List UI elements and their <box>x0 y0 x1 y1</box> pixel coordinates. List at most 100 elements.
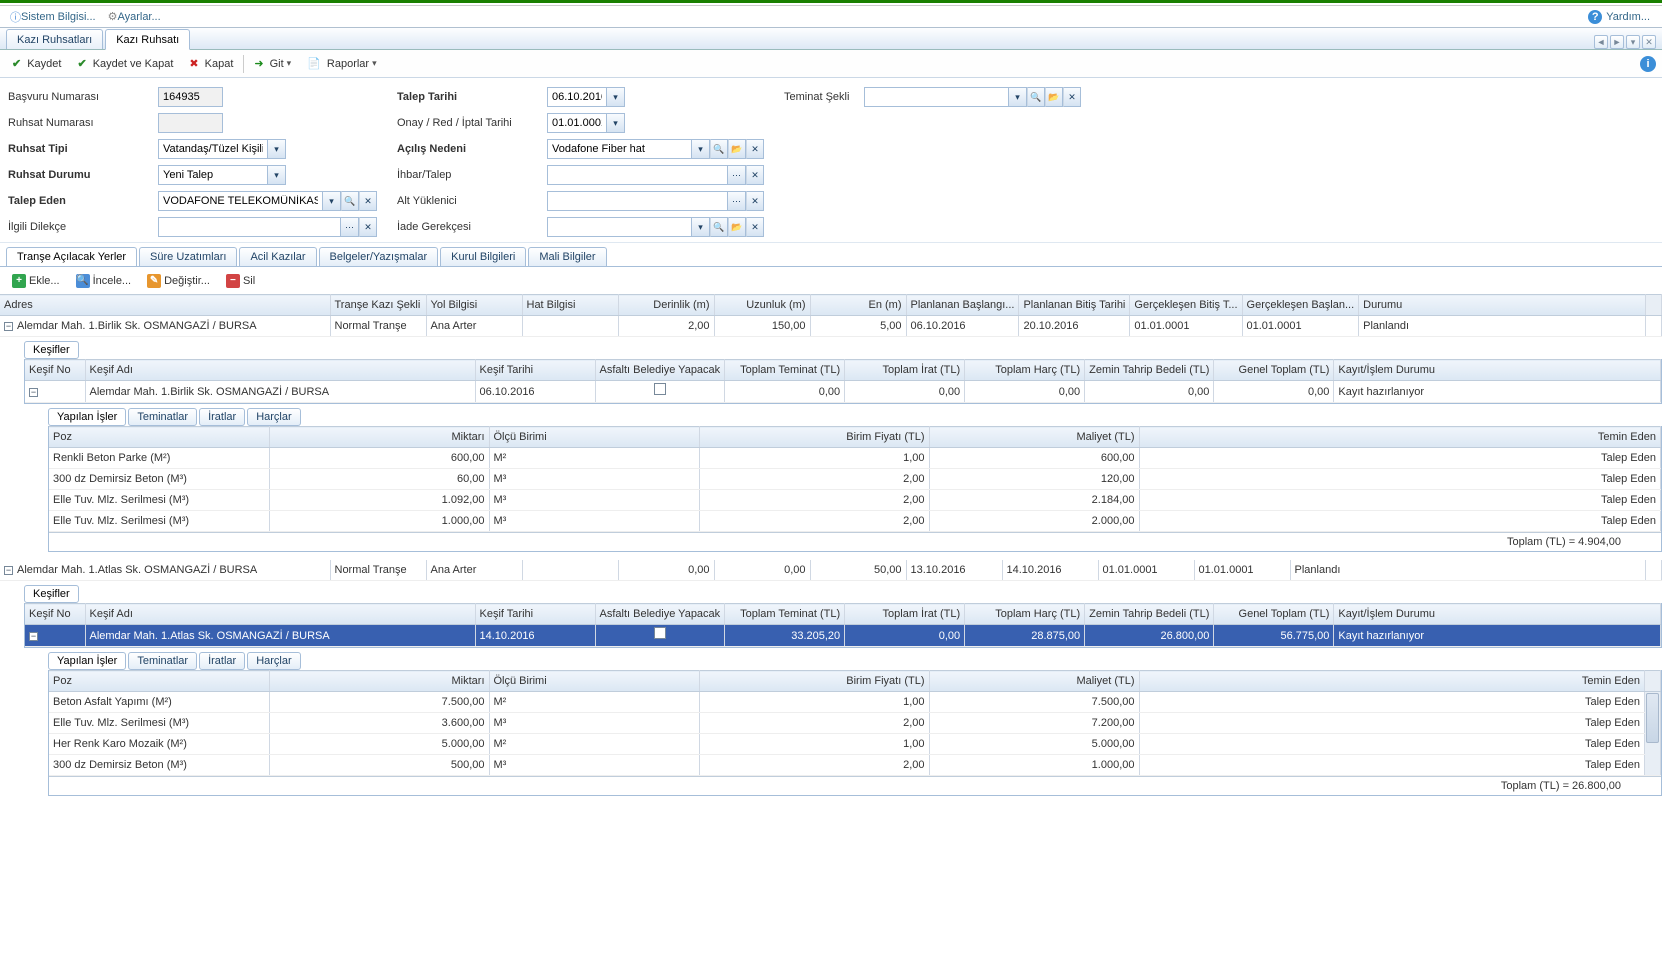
subtab-mali[interactable]: Mali Bilgiler <box>528 247 606 266</box>
col-uzunluk[interactable]: Uzunluk (m) <box>714 295 810 316</box>
collapse-icon[interactable]: − <box>29 632 38 641</box>
table-row[interactable]: − Alemdar Mah. 1.Birlik Sk. OSMANGAZİ / … <box>25 381 1661 403</box>
ihbar-talep-field[interactable] <box>547 165 728 185</box>
search-icon[interactable]: 🔍 <box>341 191 359 211</box>
talep-tarihi-field[interactable] <box>547 87 607 107</box>
checkbox-icon[interactable] <box>654 383 666 395</box>
ycol-temin[interactable]: Temin Eden <box>1139 671 1645 692</box>
kcol-teminat[interactable]: Toplam Teminat (TL) <box>725 604 845 625</box>
table-row[interactable]: 300 dz Demirsiz Beton (M³)500,00M³2,001.… <box>49 755 1661 776</box>
raporlar-button[interactable]: Raporlar <box>301 55 382 72</box>
ycol-miktar[interactable]: Miktarı <box>269 427 489 448</box>
menu-ayarlar[interactable]: ⚙ Ayarlar... <box>102 10 167 23</box>
menu-sistem-bilgisi[interactable]: ⓘ Sistem Bilgisi... <box>4 9 102 25</box>
kesifler-tab[interactable]: Keşifler <box>24 585 79 603</box>
table-row[interactable]: −Alemdar Mah. 1.Birlik Sk. OSMANGAZİ / B… <box>0 316 1662 337</box>
ycol-temin[interactable]: Temin Eden <box>1139 427 1661 448</box>
dropdown-icon[interactable]: ▾ <box>323 191 341 211</box>
kesifler-tab[interactable]: Keşifler <box>24 341 79 359</box>
collapse-icon[interactable]: − <box>4 322 13 331</box>
table-row[interactable]: 300 dz Demirsiz Beton (M³)60,00M³2,00120… <box>49 469 1661 490</box>
clear-icon[interactable]: ✕ <box>746 217 764 237</box>
ekle-button[interactable]: +Ekle... <box>6 272 66 290</box>
dropdown-icon[interactable]: ▾ <box>268 139 286 159</box>
lookup-icon[interactable]: ⋯ <box>728 191 746 211</box>
table-row[interactable]: −Alemdar Mah. 1.Atlas Sk. OSMANGAZİ / BU… <box>0 560 1662 581</box>
collapse-icon[interactable]: − <box>4 566 13 575</box>
ycol-poz[interactable]: Poz <box>49 671 269 692</box>
talep-eden-select[interactable] <box>158 191 323 211</box>
kcol-irat[interactable]: Toplam İrat (TL) <box>845 604 965 625</box>
col-en[interactable]: En (m) <box>810 295 906 316</box>
iade-gerekcesi-field[interactable] <box>547 217 692 237</box>
dropdown-icon[interactable]: ▾ <box>692 217 710 237</box>
teminat-sekli-field[interactable] <box>864 87 1009 107</box>
calendar-icon[interactable]: ▾ <box>607 113 625 133</box>
kcol-genel[interactable]: Genel Toplam (TL) <box>1214 604 1334 625</box>
kcol-zemin[interactable]: Zemin Tahrip Bedeli (TL) <box>1085 604 1214 625</box>
acilis-nedeni-field[interactable] <box>547 139 692 159</box>
open-icon[interactable]: 📂 <box>1045 87 1063 107</box>
collapse-icon[interactable]: − <box>29 388 38 397</box>
search-icon[interactable]: 🔍 <box>1027 87 1045 107</box>
table-row[interactable]: Renkli Beton Parke (M²)600,00M²1,00600,0… <box>49 448 1661 469</box>
dropdown-icon[interactable]: ▾ <box>1009 87 1027 107</box>
kcol-asfalt[interactable]: Asfaltı Belediye Yapacak <box>595 604 725 625</box>
kcol-no[interactable]: Keşif No <box>25 604 85 625</box>
table-row[interactable]: Elle Tuv. Mlz. Serilmesi (M³)3.600,00M³2… <box>49 713 1661 734</box>
search-icon[interactable]: 🔍 <box>710 217 728 237</box>
kcol-no[interactable]: Keşif No <box>25 360 85 381</box>
ilgili-dilekce-field[interactable] <box>158 217 341 237</box>
kcol-tarih[interactable]: Keşif Tarihi <box>475 360 595 381</box>
subtab-acil[interactable]: Acil Kazılar <box>239 247 316 266</box>
kcol-harc[interactable]: Toplam Harç (TL) <box>965 360 1085 381</box>
dropdown-icon[interactable]: ▾ <box>692 139 710 159</box>
yaptab-isler[interactable]: Yapılan İşler <box>48 408 126 426</box>
open-icon[interactable]: 📂 <box>728 217 746 237</box>
kcol-kayit[interactable]: Kayıt/İşlem Durumu <box>1334 604 1661 625</box>
clear-icon[interactable]: ✕ <box>359 217 377 237</box>
kcol-tarih[interactable]: Keşif Tarihi <box>475 604 595 625</box>
clear-icon[interactable]: ✕ <box>359 191 377 211</box>
col-gerc-basl[interactable]: Gerçekleşen Başlan... <box>1242 295 1359 316</box>
col-plan-basl[interactable]: Planlanan Başlangı... <box>906 295 1019 316</box>
yaptab-harc[interactable]: Harçlar <box>247 408 300 426</box>
onay-tarihi-field[interactable] <box>547 113 607 133</box>
kcol-adi[interactable]: Keşif Adı <box>85 360 475 381</box>
table-row-selected[interactable]: − Alemdar Mah. 1.Atlas Sk. OSMANGAZİ / B… <box>25 625 1661 647</box>
git-button[interactable]: Git <box>248 55 297 72</box>
kcol-irat[interactable]: Toplam İrat (TL) <box>845 360 965 381</box>
tab-close-icon[interactable]: ✕ <box>1642 35 1656 49</box>
ycol-birim[interactable]: Birim Fiyatı (TL) <box>699 671 929 692</box>
yaptab-teminat[interactable]: Teminatlar <box>128 408 197 426</box>
tab-kazi-ruhsati[interactable]: Kazı Ruhsatı <box>105 29 190 50</box>
kaydet-kapat-button[interactable]: Kaydet ve Kapat <box>71 55 179 72</box>
kcol-zemin[interactable]: Zemin Tahrip Bedeli (TL) <box>1085 360 1214 381</box>
ycol-poz[interactable]: Poz <box>49 427 269 448</box>
ruhsat-durumu-select[interactable] <box>158 165 268 185</box>
kcol-harc[interactable]: Toplam Harç (TL) <box>965 604 1085 625</box>
info-button[interactable]: i <box>1640 56 1656 72</box>
calendar-icon[interactable]: ▾ <box>607 87 625 107</box>
scrollbar[interactable] <box>1646 693 1659 743</box>
col-durumu[interactable]: Durumu <box>1359 295 1646 316</box>
col-adres[interactable]: Adres <box>0 295 330 316</box>
kcol-kayit[interactable]: Kayıt/İşlem Durumu <box>1334 360 1661 381</box>
table-row[interactable]: Her Renk Karo Mozaik (M²)5.000,00M²1,005… <box>49 734 1661 755</box>
subtab-sure[interactable]: Süre Uzatımları <box>139 247 237 266</box>
checkbox-icon[interactable] <box>654 627 666 639</box>
incele-button[interactable]: 🔍İncele... <box>70 272 138 290</box>
lookup-icon[interactable]: ⋯ <box>728 165 746 185</box>
table-row[interactable]: Elle Tuv. Mlz. Serilmesi (M³)1.000,00M³2… <box>49 511 1661 532</box>
subtab-belgeler[interactable]: Belgeler/Yazışmalar <box>319 247 439 266</box>
yaptab-harc[interactable]: Harçlar <box>247 652 300 670</box>
col-gerc-bitis[interactable]: Gerçekleşen Bitiş T... <box>1130 295 1242 316</box>
degistir-button[interactable]: ✎Değiştir... <box>141 272 216 290</box>
yaptab-irat[interactable]: İratlar <box>199 408 245 426</box>
col-derinlik[interactable]: Derinlik (m) <box>618 295 714 316</box>
kcol-asfalt[interactable]: Asfaltı Belediye Yapacak <box>595 360 725 381</box>
col-plan-bitis[interactable]: Planlanan Bitiş Tarihi <box>1019 295 1130 316</box>
col-kazi[interactable]: Tranşe Kazı Şekli <box>330 295 426 316</box>
table-row[interactable]: Elle Tuv. Mlz. Serilmesi (M³)1.092,00M³2… <box>49 490 1661 511</box>
yaptab-isler[interactable]: Yapılan İşler <box>48 652 126 670</box>
